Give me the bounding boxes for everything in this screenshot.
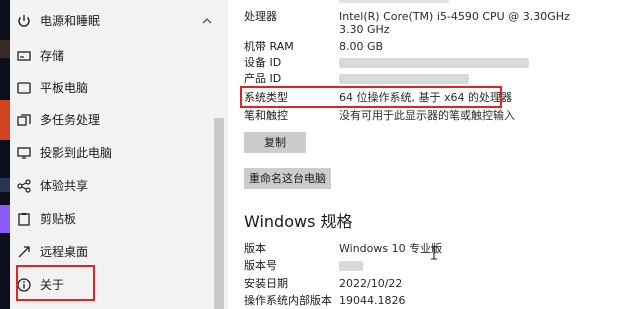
sidebar-item-label: 体验共享 <box>40 179 89 193</box>
system-type-highlight-box <box>240 86 502 108</box>
sidebar-scrollbar[interactable] <box>214 118 224 309</box>
about-highlight-box <box>16 265 95 301</box>
device-id-value <box>339 56 579 69</box>
sidebar-item-shared-experiences[interactable]: 体验共享 <box>10 175 214 197</box>
sidebar-item-label: 投影到此电脑 <box>40 146 113 160</box>
sidebar-item-label: 存储 <box>40 49 65 63</box>
rename-pc-button[interactable]: 重命名这台电脑 <box>244 168 331 189</box>
product-id-value <box>339 72 579 85</box>
ram-value: 8.00 GB <box>339 40 384 53</box>
sidebar-item-label: 多任务处理 <box>40 113 101 127</box>
copy-button[interactable]: 复制 <box>244 132 306 153</box>
pen-touch-label: 笔和触控 <box>244 109 288 122</box>
power-icon <box>18 15 30 27</box>
os-build-value: 19044.1826 <box>339 294 406 307</box>
sidebar-item-label: 远程桌面 <box>40 245 89 259</box>
ram-label: 机带 RAM <box>244 40 294 53</box>
settings-sidebar: 电源和睡眠 存储 平板电脑 多任务处理 投影到此电脑 体验共享 剪贴板 远程桌面… <box>10 0 228 309</box>
product-id-label: 产品 ID <box>244 72 282 85</box>
sidebar-item-clipboard[interactable]: 剪贴板 <box>10 208 214 230</box>
processor-label: 处理器 <box>244 10 277 23</box>
sidebar-item-label: 平板电脑 <box>40 81 89 95</box>
sidebar-item-tablet[interactable]: 平板电脑 <box>10 77 214 99</box>
version-label: 版本号 <box>244 259 277 272</box>
text-cursor-icon <box>431 246 437 260</box>
sidebar-item-power-sleep[interactable]: 电源和睡眠 <box>10 10 214 32</box>
edition-value: Windows 10 专业版 <box>339 242 443 255</box>
storage-icon <box>17 51 31 61</box>
processor-value: Intel(R) Core(TM) i5-4590 CPU @ 3.30GHz … <box>339 10 570 36</box>
projection-icon <box>17 147 31 159</box>
pen-touch-value: 没有可用于此显示器的笔或触控输入 <box>339 109 515 122</box>
clipboard-icon <box>18 213 30 226</box>
tablet-icon <box>17 82 31 94</box>
sidebar-item-label: 剪贴板 <box>40 212 77 226</box>
sidebar-item-remote-desktop[interactable]: 远程桌面 <box>10 241 214 263</box>
install-date-label: 安装日期 <box>244 277 288 290</box>
share-icon <box>17 179 31 193</box>
desktop-edge <box>0 0 10 309</box>
os-build-label: 操作系统内部版本 <box>244 294 332 307</box>
version-value <box>339 259 579 272</box>
edition-label: 版本 <box>244 242 266 255</box>
device-name-redacted <box>339 0 449 3</box>
install-date-value: 2022/10/22 <box>339 277 403 290</box>
device-id-label: 设备 ID <box>244 56 282 69</box>
sidebar-item-multitasking[interactable]: 多任务处理 <box>10 109 214 131</box>
about-content: 处理器 Intel(R) Core(TM) i5-4590 CPU @ 3.30… <box>228 0 620 309</box>
windows-specs-title: Windows 规格 <box>244 212 353 231</box>
remote-desktop-icon <box>18 246 30 258</box>
chevron-up-icon[interactable] <box>200 14 214 28</box>
sidebar-item-label: 电源和睡眠 <box>40 14 101 28</box>
multitasking-icon <box>17 114 31 126</box>
sidebar-item-storage[interactable]: 存储 <box>10 45 214 67</box>
sidebar-item-projection[interactable]: 投影到此电脑 <box>10 142 214 164</box>
